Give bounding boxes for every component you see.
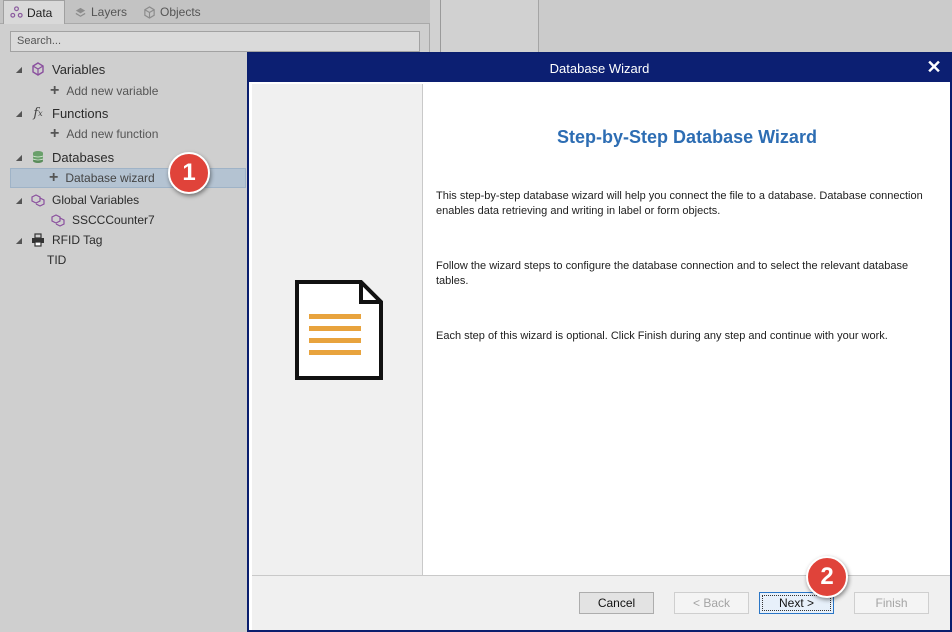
- collapse-triangle-icon: ◢: [15, 235, 23, 245]
- tree-item-label: Databases: [52, 149, 115, 165]
- document-icon: [295, 280, 383, 380]
- tree-item-label: SSCCCounter7: [72, 213, 155, 227]
- tab-objects[interactable]: Objects: [137, 0, 207, 24]
- add-variable-label: Add new variable: [66, 84, 159, 98]
- tree-item-functions[interactable]: ◢ fx Functions: [14, 103, 108, 123]
- tree-item-variables[interactable]: ◢ Variables: [14, 59, 105, 79]
- step-marker-1: 1: [168, 152, 210, 194]
- ruler-line: [440, 0, 441, 60]
- tab-layers[interactable]: Layers: [68, 0, 133, 24]
- global-variables-icon: [30, 192, 46, 208]
- plus-icon: +: [50, 82, 60, 99]
- objects-icon: [144, 5, 155, 19]
- step-marker-2: 2: [806, 556, 848, 598]
- layers-icon: [75, 7, 86, 17]
- back-button[interactable]: < Back: [674, 592, 749, 614]
- collapse-triangle-icon: ◢: [15, 108, 23, 118]
- tree-item-global-variables[interactable]: ◢ Global Variables: [14, 190, 139, 210]
- intro-paragraph: This step-by-step database wizard will h…: [436, 190, 923, 217]
- tab-data[interactable]: Data: [3, 0, 65, 24]
- plus-icon: +: [49, 169, 59, 186]
- tree-item-label: Global Variables: [52, 193, 140, 207]
- add-function-link[interactable]: + Add new function: [50, 124, 158, 144]
- database-wizard-dialog: Database Wizard ✕ Step-by-Step Database …: [247, 52, 952, 632]
- wizard-side-pane: [252, 84, 423, 575]
- database-wizard-item[interactable]: + Database wizard: [10, 168, 246, 188]
- database-wizard-label: Database wizard: [65, 171, 155, 185]
- collapse-triangle-icon: ◢: [15, 152, 23, 162]
- finish-button[interactable]: Finish: [854, 592, 929, 614]
- collapse-triangle-icon: ◢: [15, 64, 23, 74]
- tree-item-ssccounter[interactable]: SSCCCounter7: [50, 210, 155, 230]
- tree-item-label: Functions: [52, 105, 109, 121]
- global-variable-icon: [50, 212, 66, 228]
- steps-paragraph: Follow the wizard steps to configure the…: [436, 260, 909, 287]
- wizard-heading: Step-by-Step Database Wizard: [557, 127, 817, 147]
- plus-icon: +: [50, 125, 60, 142]
- optional-paragraph: Each step of this wizard is optional. Cl…: [436, 330, 888, 342]
- tab-data-label: Data: [27, 5, 53, 20]
- tree-item-rfid-tag[interactable]: ◢ RFID Tag: [14, 230, 103, 250]
- tree-item-label: TID: [47, 253, 67, 267]
- tab-objects-label: Objects: [160, 5, 201, 19]
- function-fx-icon: fx: [33, 105, 43, 121]
- database-icon: [30, 149, 46, 165]
- wizard-content: Step-by-Step Database Wizard This step-b…: [424, 84, 950, 575]
- collapse-triangle-icon: ◢: [15, 195, 23, 205]
- panel-tabs: Data Layers Objects: [0, 0, 430, 24]
- dialog-titlebar: Database Wizard ✕: [249, 54, 950, 82]
- add-variable-link[interactable]: + Add new variable: [50, 81, 158, 101]
- tree-item-label: Variables: [52, 61, 106, 77]
- search-input[interactable]: Search...: [10, 31, 420, 52]
- tree-item-tid[interactable]: TID: [47, 250, 66, 270]
- tree-item-databases[interactable]: ◢ Databases: [14, 147, 114, 167]
- close-icon[interactable]: ✕: [924, 57, 944, 77]
- add-function-label: Add new function: [66, 127, 159, 141]
- dialog-title: Database Wizard: [549, 60, 650, 76]
- data-icon: [10, 6, 23, 18]
- cancel-button[interactable]: Cancel: [579, 592, 654, 614]
- tab-layers-label: Layers: [91, 5, 128, 19]
- tree-item-label: RFID Tag: [52, 233, 103, 247]
- printer-icon: [30, 232, 46, 248]
- variable-cube-icon: [30, 61, 46, 77]
